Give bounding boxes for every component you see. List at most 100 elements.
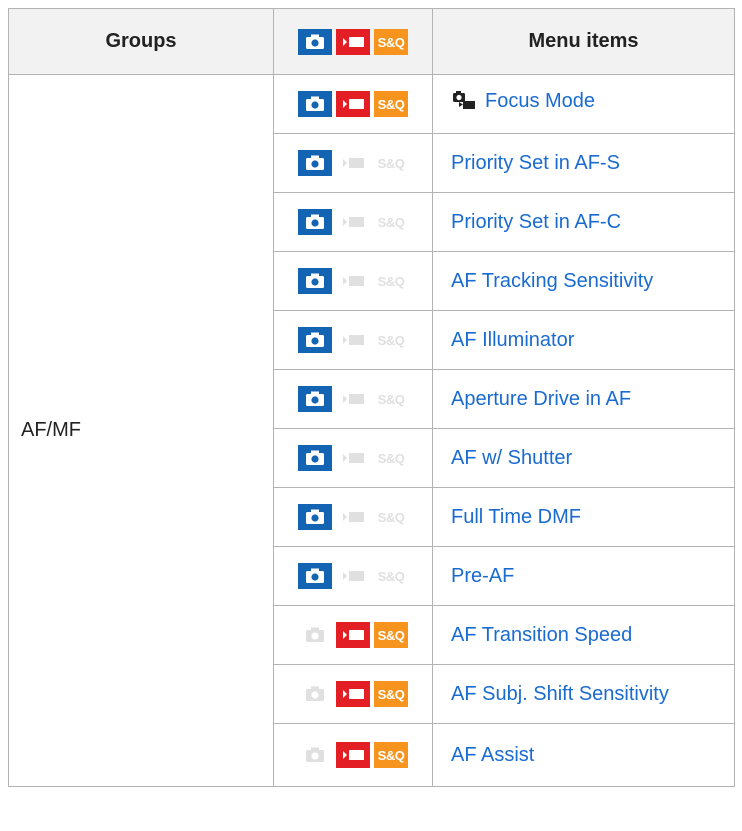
menu-item-label: Full Time DMF bbox=[451, 505, 581, 528]
menu-item-label: AF Subj. Shift Sensitivity bbox=[451, 682, 669, 705]
mode-icons: S&Q bbox=[298, 622, 408, 648]
photo-icon bbox=[298, 742, 332, 768]
s-and-q-icon: S&Q bbox=[374, 91, 408, 117]
photo-icon bbox=[298, 150, 332, 176]
mode-icons: S&Q bbox=[298, 742, 408, 768]
mode-availability-cell: S&Q bbox=[273, 546, 433, 606]
mode-availability-cell: S&Q bbox=[273, 133, 433, 193]
group-cell: AF/MF bbox=[8, 74, 274, 787]
menu-item-link[interactable]: AF Illuminator bbox=[451, 329, 574, 352]
mode-icons: S&Q bbox=[298, 209, 408, 235]
svg-text:S&Q: S&Q bbox=[378, 392, 405, 407]
movie-icon bbox=[336, 445, 370, 471]
movie-icon bbox=[336, 386, 370, 412]
menu-item-link[interactable]: Priority Set in AF-C bbox=[451, 211, 621, 234]
photo-icon bbox=[298, 28, 332, 55]
menu-item-cell: Full Time DMF bbox=[432, 487, 735, 547]
menu-item-link[interactable]: Full Time DMF bbox=[451, 506, 581, 529]
menu-item-label: Focus Mode bbox=[485, 89, 596, 112]
s-and-q-icon: S&Q bbox=[374, 742, 408, 768]
mode-icons: S&Q bbox=[298, 91, 408, 117]
menu-item-link[interactable]: Priority Set in AF-S bbox=[451, 152, 620, 175]
svg-text:S&Q: S&Q bbox=[378, 569, 405, 584]
movie-icon bbox=[336, 622, 370, 648]
mode-availability-cell: S&Q bbox=[273, 664, 433, 724]
menu-item-link[interactable]: AF Subj. Shift Sensitivity bbox=[451, 683, 669, 706]
menu-item-link[interactable]: AF w/ Shutter bbox=[451, 447, 572, 470]
mode-icons: S&Q bbox=[298, 268, 408, 294]
svg-text:S&Q: S&Q bbox=[378, 97, 405, 112]
movie-icon bbox=[336, 209, 370, 235]
menu-item-link[interactable]: Aperture Drive in AF bbox=[451, 388, 631, 411]
photo-icon bbox=[298, 563, 332, 589]
svg-text:S&Q: S&Q bbox=[378, 333, 405, 348]
mode-icons: S&Q bbox=[298, 386, 408, 412]
mode-icons: S&Q bbox=[298, 504, 408, 530]
movie-icon bbox=[336, 504, 370, 530]
header-row: Groups S&Q Menu items bbox=[8, 8, 735, 75]
menu-item-cell: AF Assist bbox=[432, 723, 735, 787]
menu-item-cell: AF Transition Speed bbox=[432, 605, 735, 665]
menu-item-label: AF Tracking Sensitivity bbox=[451, 269, 654, 292]
menu-item-link[interactable]: Pre-AF bbox=[451, 565, 514, 588]
mode-icons: S&Q bbox=[298, 28, 408, 55]
s-and-q-icon: S&Q bbox=[374, 681, 408, 707]
menu-item-link[interactable]: AF Tracking Sensitivity bbox=[451, 270, 653, 293]
photo-icon bbox=[298, 445, 332, 471]
menu-item-cell: Priority Set in AF-C bbox=[432, 192, 735, 252]
s-and-q-icon: S&Q bbox=[374, 445, 408, 471]
photo-icon bbox=[298, 386, 332, 412]
mode-availability-cell: S&Q bbox=[273, 192, 433, 252]
s-and-q-icon: S&Q bbox=[374, 563, 408, 589]
movie-icon bbox=[336, 150, 370, 176]
mode-icons: S&Q bbox=[298, 563, 408, 589]
mode-availability-cell: S&Q bbox=[273, 723, 433, 787]
svg-text:S&Q: S&Q bbox=[378, 156, 405, 171]
photo-icon bbox=[298, 681, 332, 707]
menu-item-label: AF w/ Shutter bbox=[451, 446, 573, 469]
menu-item-label: Priority Set in AF-S bbox=[451, 151, 620, 174]
movie-icon bbox=[336, 28, 370, 55]
svg-text:S&Q: S&Q bbox=[378, 748, 405, 763]
mode-availability-cell: S&Q bbox=[273, 428, 433, 488]
movie-icon bbox=[336, 268, 370, 294]
menu-item-label: AF Illuminator bbox=[451, 328, 575, 351]
menu-item-link[interactable]: AF Assist bbox=[451, 744, 534, 767]
menu-item-label: AF Transition Speed bbox=[451, 623, 633, 646]
mode-availability-cell: S&Q bbox=[273, 369, 433, 429]
modes-header: S&Q bbox=[273, 8, 433, 75]
photo-icon bbox=[298, 268, 332, 294]
s-and-q-icon: S&Q bbox=[374, 386, 408, 412]
s-and-q-icon: S&Q bbox=[374, 327, 408, 353]
menu-item-link[interactable]: AF Transition Speed bbox=[451, 624, 632, 647]
menu-item-cell: Aperture Drive in AF bbox=[432, 369, 735, 429]
menu-table: Groups S&Q Menu items AF/MF S&Q Focus Mode… bbox=[8, 8, 735, 787]
focus-mode-icon bbox=[451, 89, 477, 113]
s-and-q-icon: S&Q bbox=[374, 622, 408, 648]
movie-icon bbox=[336, 563, 370, 589]
s-and-q-icon: S&Q bbox=[374, 150, 408, 176]
svg-text:S&Q: S&Q bbox=[378, 215, 405, 230]
menu-item-cell: AF w/ Shutter bbox=[432, 428, 735, 488]
photo-icon bbox=[298, 327, 332, 353]
movie-icon bbox=[336, 327, 370, 353]
mode-icons: S&Q bbox=[298, 681, 408, 707]
mode-icons: S&Q bbox=[298, 150, 408, 176]
menu-item-cell: AF Illuminator bbox=[432, 310, 735, 370]
menu-item-cell: Priority Set in AF-S bbox=[432, 133, 735, 193]
s-and-q-icon: S&Q bbox=[374, 504, 408, 530]
photo-icon bbox=[298, 209, 332, 235]
s-and-q-icon: S&Q bbox=[374, 209, 408, 235]
menu-item-cell: Pre-AF bbox=[432, 546, 735, 606]
menu-item-cell: AF Tracking Sensitivity bbox=[432, 251, 735, 311]
mode-availability-cell: S&Q bbox=[273, 74, 433, 134]
movie-icon bbox=[336, 681, 370, 707]
menu-item-label: Pre-AF bbox=[451, 564, 515, 587]
photo-icon bbox=[298, 91, 332, 117]
photo-icon bbox=[298, 504, 332, 530]
menu-item-label: AF Assist bbox=[451, 743, 535, 766]
menu-item-cell: AF Subj. Shift Sensitivity bbox=[432, 664, 735, 724]
menu-items-header: Menu items bbox=[432, 8, 735, 75]
s-and-q-icon: S&Q bbox=[374, 268, 408, 294]
menu-item-link[interactable]: Focus Mode bbox=[451, 89, 595, 113]
